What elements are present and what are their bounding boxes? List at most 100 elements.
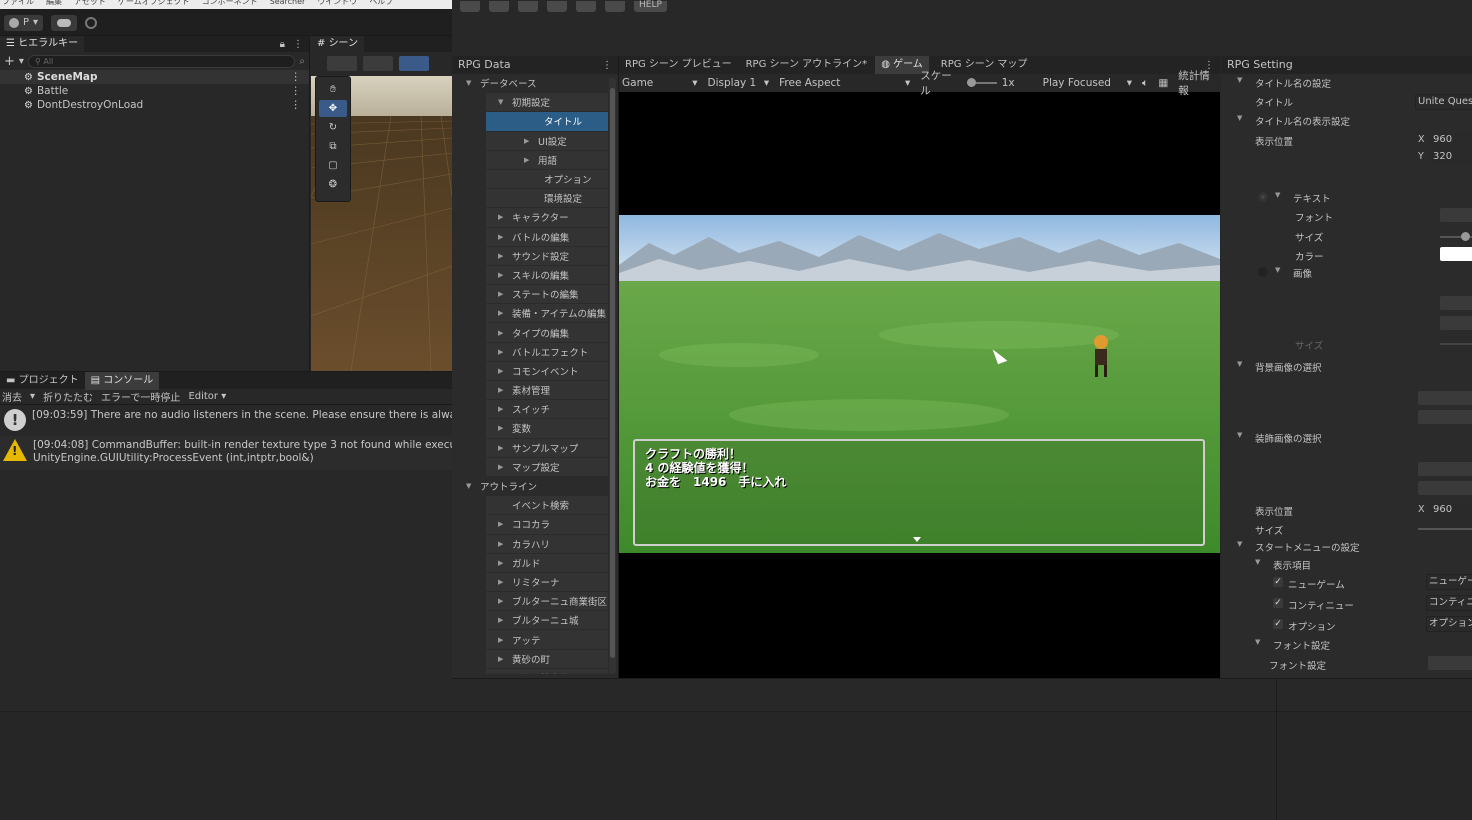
tool-icon-2[interactable] [489, 0, 509, 12]
more-icon[interactable]: ⋮ [291, 71, 302, 83]
menu-item[interactable]: コンポーネント [202, 0, 258, 7]
tree-item[interactable]: タイトル [486, 112, 608, 132]
cloud-icon[interactable] [51, 14, 78, 31]
tree-item[interactable]: ▶ 変数 [486, 419, 608, 439]
search-options-icon[interactable]: ⌕ [299, 56, 305, 67]
tree-arrow-icon[interactable]: ▼ [466, 79, 480, 87]
aspect-dropdown[interactable]: Free Aspect ▾ [779, 77, 910, 89]
scale-tool-icon[interactable]: ⧉ [319, 138, 347, 155]
hand-tool-icon[interactable]: ✋︎ [319, 81, 347, 98]
tree-item[interactable]: ▶ 用語 [486, 150, 608, 170]
menu-item-checkbox[interactable]: ✓ [1273, 598, 1283, 608]
tree-item[interactable]: ▶ スイッチ [486, 400, 608, 420]
hierarchy-item[interactable]: ⚙ SceneMap ⋮ [0, 70, 309, 84]
tree-arrow-icon[interactable]: ▶ [498, 597, 512, 605]
move-tool-icon[interactable]: ✥ [319, 100, 347, 117]
tree-arrow-icon[interactable]: ▶ [498, 329, 512, 337]
rotate-tool-icon[interactable]: ↻ [319, 119, 347, 136]
input-field[interactable]: 960 [1430, 502, 1472, 518]
hierarchy-search[interactable]: ⚲ All [27, 54, 296, 68]
console-message[interactable]: ! [09:03:59] There are no audio listener… [0, 405, 452, 436]
menu-item[interactable]: ウインドウ [317, 0, 357, 7]
display-mode-dropdown[interactable]: Game ▾ [622, 77, 698, 89]
tree-item[interactable]: ▶ UI設定 [486, 131, 608, 151]
help-button[interactable]: HELP [634, 0, 667, 12]
tree-arrow-icon[interactable]: ▶ [498, 636, 512, 644]
image-radio[interactable] [1258, 267, 1268, 277]
editor-dropdown[interactable]: Editor ▾ [188, 391, 226, 402]
grid-icon[interactable]: ▦ [1158, 77, 1168, 89]
draw-mode-icon[interactable] [327, 55, 357, 71]
tree-arrow-icon[interactable]: ▶ [498, 271, 512, 279]
tool-icon-3[interactable] [518, 0, 538, 12]
tree-item[interactable]: ▶ 素材管理 [486, 381, 608, 401]
tree-item[interactable]: 環境設定 [486, 189, 608, 209]
input-field[interactable]: オプション [1426, 616, 1472, 632]
menu-item[interactable]: Searcher [270, 0, 306, 6]
tool-icon-5[interactable] [576, 0, 596, 12]
tree-arrow-icon[interactable]: ▼ [466, 482, 480, 490]
hero-sprite[interactable] [1090, 335, 1112, 379]
section-arrow-icon[interactable]: ▼ [1275, 266, 1280, 274]
tree-arrow-icon[interactable]: ▶ [498, 559, 512, 567]
rect-tool-icon[interactable]: ▢ [319, 157, 347, 174]
add-icon[interactable]: + [4, 54, 15, 69]
tree-item[interactable]: ▶ リミターナ [486, 572, 608, 593]
tab-hierarchy[interactable]: ☰ ヒエラルキー [0, 36, 85, 52]
tree-item[interactable]: ▶ サウンド設定 [486, 246, 608, 266]
hierarchy-item[interactable]: ⚙ Battle ⋮ [0, 84, 309, 98]
more-icon[interactable]: ⋮ [291, 99, 302, 111]
tool-icon-4[interactable] [547, 0, 567, 12]
tree-scrollbar[interactable] [609, 78, 616, 674]
tab-scene[interactable]: # シーン [311, 36, 365, 52]
tree-arrow-icon[interactable]: ▶ [498, 616, 512, 624]
tree-arrow-icon[interactable]: ▶ [498, 386, 512, 394]
tree-item[interactable]: ▶ アッテ [486, 630, 608, 650]
tree-item[interactable]: ▶ ココカラ [486, 515, 608, 535]
tree-item[interactable]: ▶王都闘技大会 [486, 668, 608, 674]
play-mode-dropdown[interactable]: Play Focused ▾ [1043, 77, 1132, 89]
tree-item[interactable]: ▶ 装備・アイテムの編集 [486, 304, 608, 324]
tab-rpg-data[interactable]: RPG Data [452, 56, 517, 74]
clear-button[interactable]: 消去 [2, 389, 22, 404]
tree-arrow-icon[interactable]: ▶ [498, 578, 512, 586]
input-field[interactable]: 320 [1430, 149, 1472, 165]
section-arrow-icon[interactable]: ▼ [1255, 638, 1260, 646]
scale-slider[interactable]: スケール 1x [920, 68, 1014, 98]
tree-arrow-icon[interactable]: ▶ [498, 290, 512, 298]
tree-arrow-icon[interactable]: ▶ [498, 233, 512, 241]
section-arrow-icon[interactable]: ▼ [1237, 431, 1242, 439]
tree-arrow-icon[interactable]: ▶ [498, 424, 512, 432]
tree-item[interactable]: ▶ ブルターニュ城 [486, 611, 608, 631]
render-mode-icon[interactable] [363, 55, 393, 71]
tree-arrow-icon[interactable]: ▶ [498, 252, 512, 260]
input-field[interactable] [1440, 247, 1472, 261]
menu-item[interactable]: ファイル [2, 0, 34, 7]
input-field[interactable]: 960 [1430, 132, 1472, 148]
tree-arrow-icon[interactable]: ▶ [498, 405, 512, 413]
tab-rpg-setting[interactable]: RPG Setting [1221, 56, 1299, 74]
input-field[interactable]: ニューゲーム [1426, 574, 1472, 590]
input-field[interactable] [1440, 208, 1472, 222]
tree-item[interactable]: ▶ ステートの編集 [486, 285, 608, 305]
tree-arrow-icon[interactable]: ▶ [498, 655, 512, 663]
display-dropdown[interactable]: Display 1 ▾ [708, 77, 770, 89]
account-button[interactable]: P ▾ [4, 14, 44, 31]
pause-icon[interactable] [605, 0, 625, 12]
tree-item[interactable]: ▶ マップ設定 [486, 457, 608, 477]
input-field[interactable] [1418, 391, 1472, 405]
input-field[interactable] [1440, 316, 1472, 330]
lock-icon[interactable]: 🔒︎ [280, 39, 285, 50]
section-arrow-icon[interactable]: ▼ [1237, 360, 1242, 368]
tree-arrow-icon[interactable]: ▶ [498, 540, 512, 548]
error-pause-button[interactable]: エラーで一時停止 [101, 389, 180, 404]
input-field[interactable] [1418, 462, 1472, 476]
tree-arrow-icon[interactable]: ▼ [498, 98, 512, 106]
speaker-icon[interactable]: 🔈︎ [1142, 77, 1148, 90]
stats-button[interactable]: 統計情報 [1178, 68, 1220, 98]
menu-item-checkbox[interactable]: ✓ [1273, 577, 1283, 587]
tree-item[interactable]: ▶ スキルの編集 [486, 265, 608, 286]
tree-item[interactable]: ▶ バトルエフェクト [486, 342, 608, 362]
input-field[interactable] [1428, 656, 1472, 670]
tree-item[interactable]: ▶ カラハリ [486, 534, 608, 554]
